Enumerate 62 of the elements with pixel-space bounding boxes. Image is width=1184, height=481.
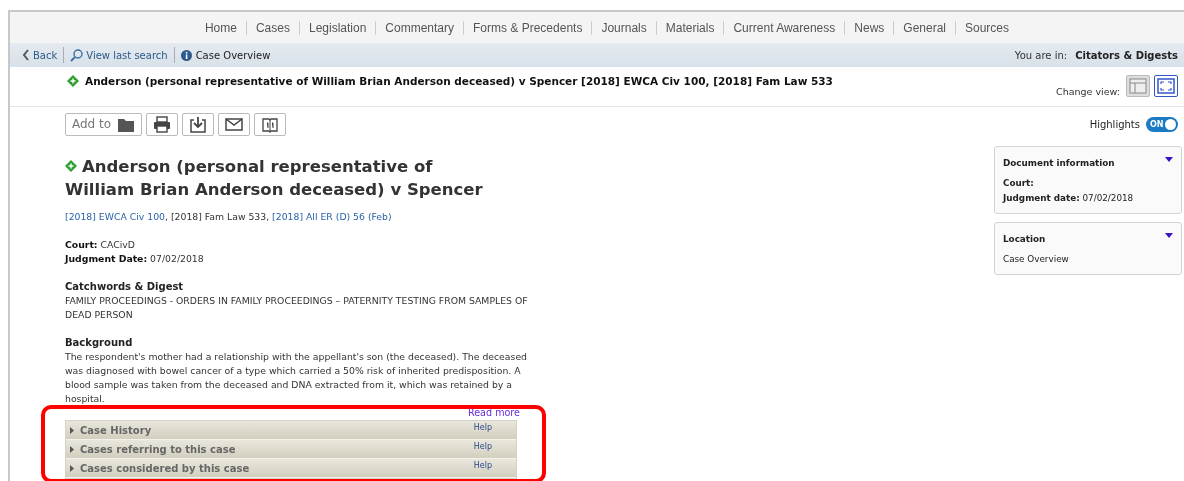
section-heading: Background <box>65 336 134 350</box>
section-text: FAMILY PROCEEDINGS - ORDERS IN FAMILY PROCEEDINGS – PATERNITY TESTING FROM SAMPLES OF DEAD PERSON <box>65 294 529 322</box>
nav-link[interactable]: Cases <box>245 20 299 35</box>
caret-right-icon <box>69 445 76 453</box>
nav-link[interactable]: Home <box>195 20 246 35</box>
panel-field: Court: <box>1003 176 1173 191</box>
case-title: Anderson (personal representative of William Brian Anderson deceased) v Spencer <box>65 156 484 201</box>
nav-link[interactable]: Sources <box>955 20 1019 35</box>
help-link[interactable]: Help <box>473 442 492 451</box>
change-view-label: Change view: <box>1056 86 1120 97</box>
help-link[interactable]: Help <box>473 423 492 432</box>
download-button[interactable] <box>182 112 215 136</box>
nav-link[interactable]: Journals <box>591 20 656 35</box>
accordion-header[interactable]: Cases referring to this case Help <box>66 440 516 459</box>
nav-link[interactable]: News <box>844 20 894 35</box>
accordion-header[interactable]: Case History Help <box>66 421 516 440</box>
panel-text: Case Overview <box>1003 253 1070 266</box>
book-button[interactable] <box>254 112 287 136</box>
nav-link[interactable]: Legislation <box>298 20 376 35</box>
nav-link[interactable]: Commentary <box>375 20 464 35</box>
highlights-toggle[interactable]: ON <box>1146 116 1178 132</box>
info-icon <box>180 49 192 61</box>
current-page-label: Case Overview <box>195 49 271 61</box>
highlights-label: Highlights <box>1089 118 1140 130</box>
citation-link[interactable]: [2018] All ER (D) 56 (Feb) <box>272 211 392 222</box>
accordion-header[interactable]: Cases considered by this case Help <box>66 459 516 478</box>
diamond-icon <box>65 160 77 172</box>
split-layout-icon <box>1129 78 1147 94</box>
nav-link[interactable]: General <box>893 20 955 35</box>
chevron-left-icon <box>22 49 30 61</box>
view-last-search-link[interactable]: View last search <box>64 47 175 63</box>
nav-link[interactable]: Materials <box>655 20 724 35</box>
download-icon <box>189 115 208 133</box>
diamond-icon <box>67 75 79 87</box>
nav-link[interactable]: Forms & Precedents <box>463 20 592 35</box>
search-icon <box>70 48 84 62</box>
book-icon <box>261 115 280 133</box>
add-to-button[interactable]: Add to <box>65 112 143 136</box>
nav-link[interactable]: Current Awareness <box>723 20 845 35</box>
fullscreen-icon <box>1157 78 1175 94</box>
section-text: The respondent's mother had a relationship with the appellant's son (the deceased). The deceased was diagnosed with bowel cancer of a type which carried a 50% risk of inherited predisposition. A blood sample was taken from the deceased and DNA extracted from it, which was retained by a hospital. <box>65 350 528 406</box>
caret-down-icon[interactable] <box>1165 156 1173 163</box>
help-link[interactable]: Help <box>473 461 492 470</box>
envelope-icon <box>225 115 244 133</box>
printer-icon <box>153 115 172 133</box>
section-heading: Catchwords & Digest <box>65 280 185 294</box>
caret-right-icon <box>69 464 76 472</box>
document-title: Anderson (personal representative of William Brian Anderson deceased) v Spencer [2018] EWCA Civ 100, [2018] Fam Law 533 <box>85 75 833 87</box>
panel-field: Judgment date: 07/02/2018 <box>1003 191 1173 206</box>
case-field: Judgment Date: 07/02/2018 <box>65 252 530 266</box>
caret-down-icon[interactable] <box>1165 232 1173 239</box>
print-button[interactable] <box>146 112 179 136</box>
panel-title: Document information <box>1003 157 1116 170</box>
citation-line: [2018] EWCA Civ 100, [2018] Fam Law 533, [2018] All ER (D) 56 (Feb) <box>65 210 393 224</box>
caret-right-icon <box>69 426 76 434</box>
location-value: Citators & Digests <box>1075 49 1178 61</box>
case-field: Court: CACivD <box>65 238 530 252</box>
email-button[interactable] <box>218 112 251 136</box>
location-label: You are in: <box>1014 49 1068 61</box>
panel-title: Location <box>1003 233 1047 246</box>
full-view-button[interactable] <box>1154 75 1178 97</box>
back-link[interactable]: Back <box>16 47 65 63</box>
